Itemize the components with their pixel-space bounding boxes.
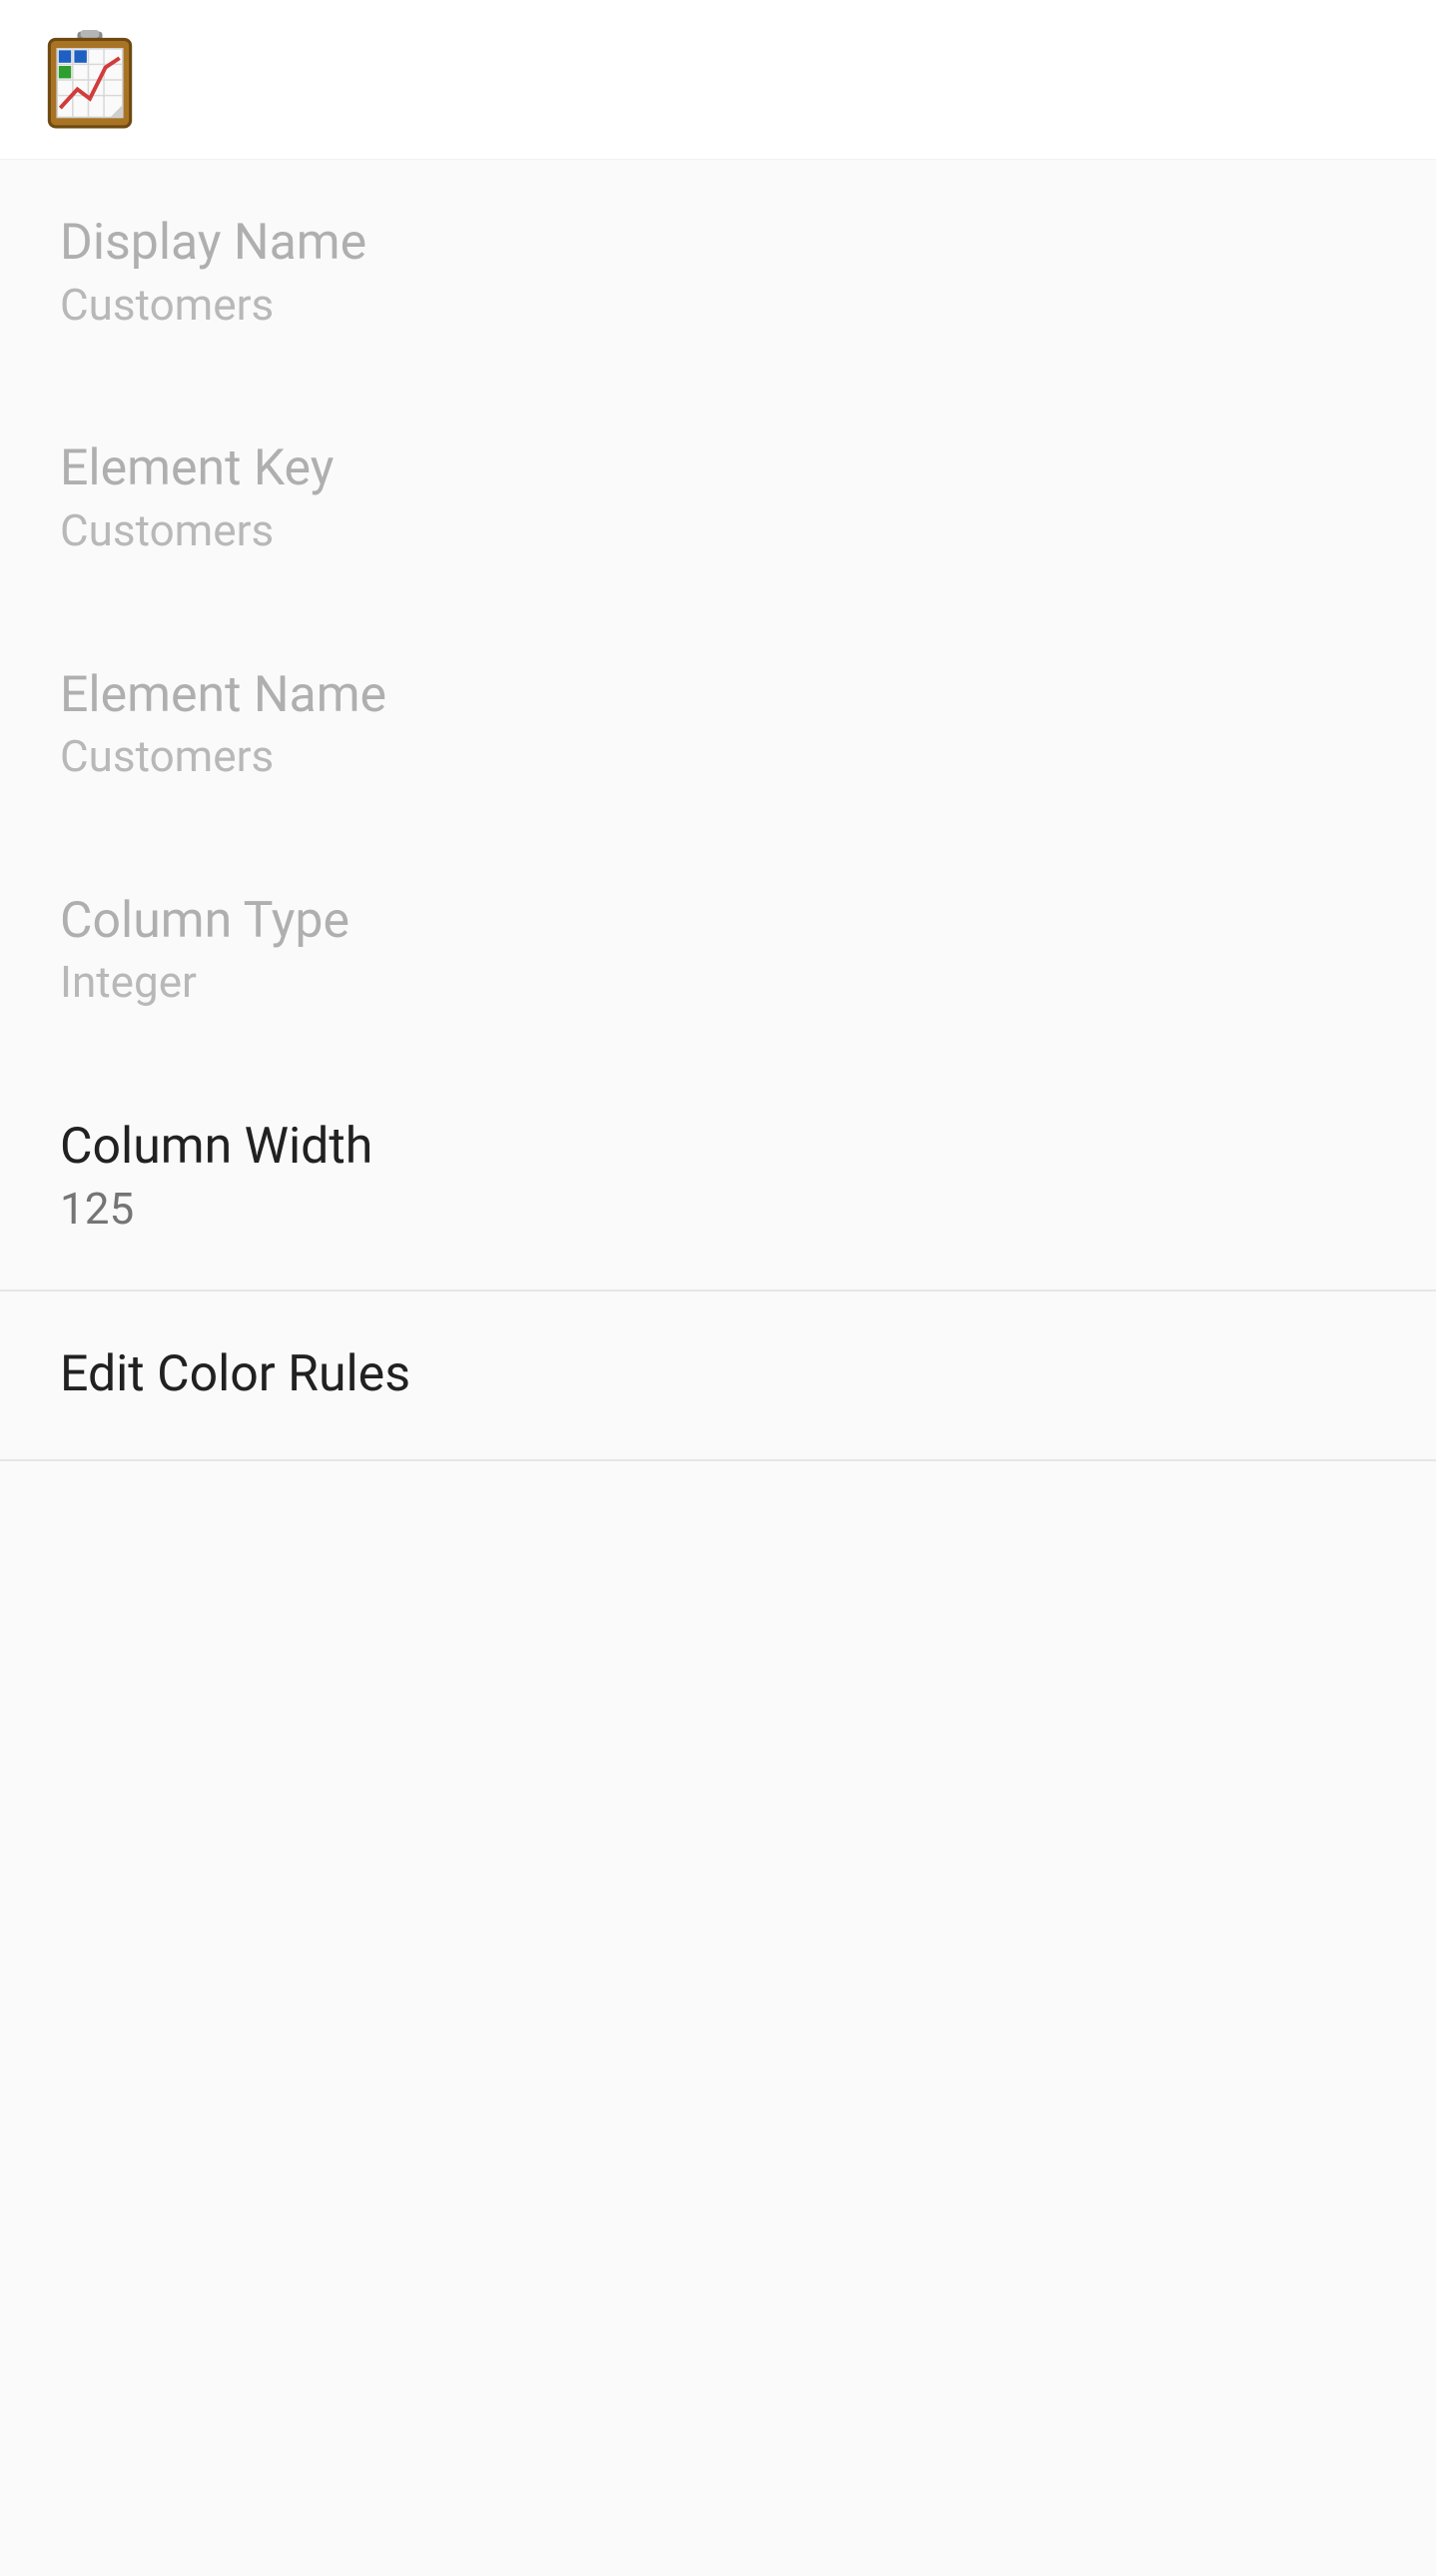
pref-column-type-summary: Integer xyxy=(60,956,1376,1009)
pref-column-type-title: Column Type xyxy=(60,893,1376,957)
pref-column-width-summary: 125 xyxy=(60,1183,1376,1236)
pref-column-type: Column Type Integer xyxy=(0,838,1436,1064)
pref-edit-color-rules-title: Edit Color Rules xyxy=(60,1346,1376,1404)
pref-element-name: Element Name Customers xyxy=(0,612,1436,838)
pref-display-name-summary: Customers xyxy=(60,279,1376,332)
pref-element-key-title: Element Key xyxy=(60,440,1376,504)
settings-list: Display Name Customers Element Key Custo… xyxy=(0,160,1436,1461)
pref-element-name-summary: Customers xyxy=(60,730,1376,783)
pref-element-name-title: Element Name xyxy=(60,667,1376,731)
toolbar xyxy=(0,0,1436,160)
pref-display-name: Display Name Customers xyxy=(0,160,1436,386)
clipboard-chart-icon xyxy=(40,30,140,130)
pref-element-key: Element Key Customers xyxy=(0,386,1436,611)
pref-element-key-summary: Customers xyxy=(60,504,1376,557)
pref-column-width[interactable]: Column Width 125 xyxy=(0,1064,1436,1291)
pref-display-name-title: Display Name xyxy=(60,215,1376,279)
pref-column-width-title: Column Width xyxy=(60,1119,1376,1183)
pref-edit-color-rules[interactable]: Edit Color Rules xyxy=(0,1291,1436,1461)
